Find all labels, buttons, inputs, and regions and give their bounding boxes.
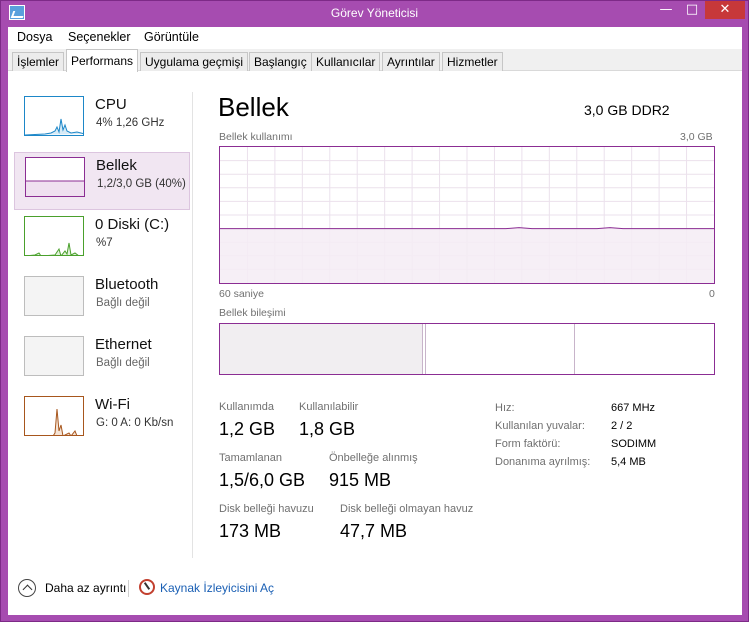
available-label: Kullanılabilir xyxy=(299,401,359,413)
paged-pool-value: 173 MB xyxy=(219,521,282,541)
cpu-mini-graph xyxy=(25,118,83,135)
hardware-reserved-value: 5,4 MB xyxy=(611,456,646,468)
disk-mini-graph xyxy=(29,242,83,255)
available-value: 1,8 GB xyxy=(299,419,356,439)
resource-monitor-icon[interactable] xyxy=(139,579,155,595)
window-title: Görev Yöneticisi xyxy=(330,6,419,20)
nonpaged-pool-value: 47,7 MB xyxy=(340,521,408,541)
committed-label: Tamamlanan xyxy=(219,452,282,464)
ethernet-thumbnail-graph xyxy=(24,336,84,376)
sidebar-item-detail: %7 xyxy=(96,237,113,249)
composition-standby xyxy=(426,324,575,374)
hardware-reserved-label: Donanıma ayrılmış: xyxy=(495,456,591,468)
memory-thumbnail-graph xyxy=(25,157,85,197)
sidebar-item-label: Bellek xyxy=(96,157,137,174)
tab-services[interactable]: Hizmetler xyxy=(442,52,503,71)
sidebar-item-detail: Bağlı değil xyxy=(96,297,150,309)
memory-mini-graph xyxy=(26,180,84,196)
usage-graph-max: 3,0 GB xyxy=(680,131,713,143)
wifi-mini-graph xyxy=(53,408,78,435)
graph-time-left: 60 saniye xyxy=(219,288,264,300)
menu-view[interactable]: Görüntüle xyxy=(144,30,199,44)
resource-monitor-link[interactable]: Kaynak İzleyicisini Aç xyxy=(160,581,274,595)
sidebar-item-cpu[interactable]: CPU 4% 1,26 GHz xyxy=(14,92,190,150)
sidebar-item-ethernet[interactable]: Ethernet Bağlı değil xyxy=(14,332,190,390)
tab-users[interactable]: Kullanıcılar xyxy=(311,52,381,71)
sidebar-item-bluetooth[interactable]: Bluetooth Bağlı değil xyxy=(14,272,190,330)
memory-usage-chart xyxy=(220,147,714,283)
tab-details[interactable]: Ayrıntılar xyxy=(382,52,440,71)
in-use-value: 1,2 GB xyxy=(219,419,276,439)
tab-startup[interactable]: Başlangıç xyxy=(249,52,312,71)
cpu-thumbnail-graph xyxy=(24,96,84,136)
menu-bar: Dosya Seçenekler Görüntüle xyxy=(8,27,742,49)
tab-bar: İşlemler Performans Uygulama geçmişi Baş… xyxy=(8,49,742,72)
fewer-details-label[interactable]: Daha az ayrıntı xyxy=(45,581,126,595)
maximize-button[interactable]: □ xyxy=(679,1,705,19)
nonpaged-pool-label: Disk belleği olmayan havuz xyxy=(340,503,474,515)
paged-pool-label: Disk belleği havuzu xyxy=(219,503,314,515)
usage-graph-label: Bellek kullanımı xyxy=(219,131,293,143)
footer-divider xyxy=(128,580,129,597)
disk-thumbnail-graph xyxy=(24,216,84,256)
sidebar-item-memory[interactable]: Bellek 1,2/3,0 GB (40%) xyxy=(14,152,190,210)
sidebar-item-disk[interactable]: 0 Diski (C:) %7 xyxy=(14,212,190,270)
footer-bar: Daha az ayrıntı Kaynak İzleyicisini Aç xyxy=(8,572,742,615)
slots-value: 2 / 2 xyxy=(611,420,633,432)
form-factor-value: SODIMM xyxy=(611,438,657,450)
sidebar-item-detail: Bağlı değil xyxy=(96,357,150,369)
sidebar-item-label: 0 Diski (C:) xyxy=(95,216,170,233)
sidebar-item-wifi[interactable]: Wi-Fi G: 0 A: 0 Kb/sn xyxy=(14,392,190,450)
memory-usage-graph xyxy=(219,146,715,284)
sidebar-divider xyxy=(192,92,193,558)
committed-value: 1,5/6,0 GB xyxy=(219,470,306,490)
page-title: Bellek xyxy=(218,92,289,122)
sidebar-item-label: Bluetooth xyxy=(95,276,159,293)
sidebar-item-label: Wi-Fi xyxy=(95,396,130,413)
minimize-button[interactable]: — xyxy=(653,1,679,19)
task-manager-window: Görev Yöneticisi — □ ✕ Dosya Seçenekler … xyxy=(0,0,749,622)
title-bar[interactable]: Görev Yöneticisi — □ ✕ xyxy=(1,1,748,25)
speed-label: Hız: xyxy=(495,402,515,414)
memory-composition-bar xyxy=(219,323,715,375)
sidebar-item-detail: 4% 1,26 GHz xyxy=(96,117,165,129)
client-area: Dosya Seçenekler Görüntüle İşlemler Perf… xyxy=(8,27,742,615)
menu-options[interactable]: Seçenekler xyxy=(68,30,131,44)
tab-performance[interactable]: Performans xyxy=(66,49,139,72)
tab-processes[interactable]: İşlemler xyxy=(12,52,65,71)
performance-panel: CPU 4% 1,26 GHz Bellek 1,2/3,0 GB (40%) xyxy=(8,72,742,572)
bluetooth-thumbnail-graph xyxy=(24,276,84,316)
sidebar-item-label: CPU xyxy=(95,96,127,113)
tab-app-history[interactable]: Uygulama geçmişi xyxy=(140,52,249,71)
memory-capacity: 3,0 GB DDR2 xyxy=(584,102,670,118)
cached-label: Önbelleğe alınmış xyxy=(329,452,418,464)
composition-label: Bellek bileşimi xyxy=(219,307,286,319)
menu-file[interactable]: Dosya xyxy=(17,30,52,44)
in-use-label: Kullanımda xyxy=(219,401,275,413)
chevron-up-icon[interactable] xyxy=(18,579,36,597)
cached-value: 915 MB xyxy=(329,470,392,490)
close-button[interactable]: ✕ xyxy=(705,1,745,19)
sidebar-item-detail: G: 0 A: 0 Kb/sn xyxy=(96,417,174,429)
slots-label: Kullanılan yuvalar: xyxy=(495,420,585,432)
sidebar-item-label: Ethernet xyxy=(95,336,152,353)
memory-usage-area xyxy=(220,228,714,283)
wifi-thumbnail-graph xyxy=(24,396,84,436)
sidebar-item-detail: 1,2/3,0 GB (40%) xyxy=(97,178,186,190)
graph-time-right: 0 xyxy=(709,288,715,300)
composition-in-use xyxy=(220,324,423,374)
form-factor-label: Form faktörü: xyxy=(495,438,561,450)
speed-value: 667 MHz xyxy=(611,402,656,414)
